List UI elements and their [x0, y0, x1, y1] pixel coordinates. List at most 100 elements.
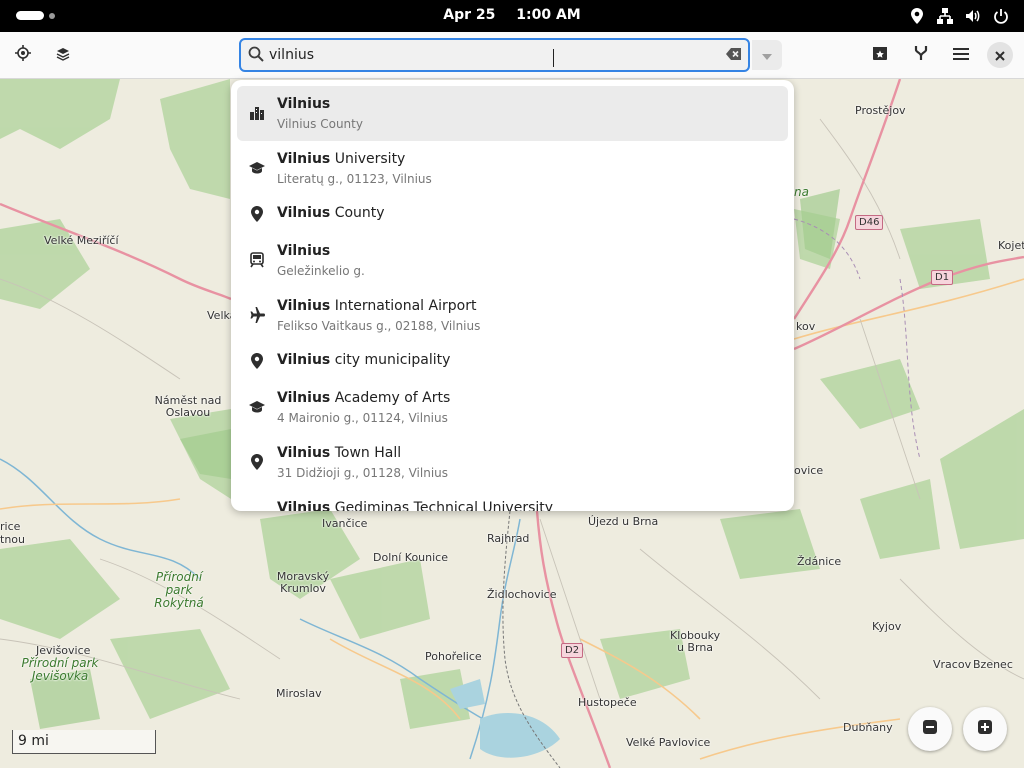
- place-label: Miroslav: [276, 687, 322, 700]
- pin-icon: [248, 205, 266, 223]
- result-match: Vilnius: [277, 205, 331, 221]
- scale-bar: 9 mi: [12, 730, 156, 754]
- result-title: Town Hall: [330, 445, 402, 461]
- result-subtitle: Geležinkelio g.: [277, 264, 365, 278]
- road-shield: D46: [855, 215, 884, 230]
- result-title: International Airport: [330, 298, 477, 314]
- place-label: Kojet: [998, 239, 1024, 252]
- road-shield: D2: [561, 643, 584, 658]
- place-label: Kyjov: [872, 620, 902, 633]
- pin-icon: [248, 453, 266, 471]
- search-dropdown-button[interactable]: [752, 40, 782, 70]
- search-input[interactable]: [269, 44, 709, 66]
- result-title: County: [330, 205, 385, 221]
- volume-icon[interactable]: [964, 6, 982, 26]
- zoom-in-button[interactable]: [963, 707, 1007, 751]
- favorites-button[interactable]: [865, 40, 895, 70]
- result-match: Vilnius: [277, 298, 331, 314]
- train-icon: [248, 251, 266, 269]
- education-icon: [248, 398, 266, 416]
- education-icon: [248, 508, 266, 511]
- place-label: Vracov: [933, 658, 972, 671]
- place-label: Velké Meziříčí: [44, 234, 119, 247]
- layers-icon: [56, 46, 70, 65]
- main-menu-button[interactable]: [946, 40, 976, 70]
- search-result-item[interactable]: Vilnius Town Hall 31 Didžioji g., 01128,…: [237, 435, 788, 490]
- route-icon: [914, 45, 928, 65]
- favorites-icon: [872, 45, 888, 65]
- zoom-out-button[interactable]: [908, 707, 952, 751]
- layers-button[interactable]: [48, 40, 78, 70]
- airplane-icon: [248, 306, 266, 324]
- place-label: Ivančice: [322, 517, 368, 530]
- location-icon[interactable]: [908, 6, 926, 26]
- place-label: Velké Pavlovice: [626, 736, 711, 749]
- result-title: Gediminas Technical University: [330, 500, 554, 511]
- road-shield: D1: [931, 270, 954, 285]
- city-icon: [248, 104, 266, 122]
- place-label: kov: [796, 320, 816, 333]
- system-tray[interactable]: [908, 6, 1010, 26]
- place-label: Moravský Krumlov: [276, 570, 330, 596]
- result-subtitle: 4 Maironio g., 01124, Vilnius: [277, 411, 448, 425]
- search-result-item[interactable]: Vilnius Academy of Arts 4 Maironio g., 0…: [237, 380, 788, 435]
- search-result-item[interactable]: Vilnius Vilnius County: [237, 86, 788, 141]
- place-label: ovice: [794, 464, 824, 477]
- place-label: Hustopeče: [578, 696, 637, 709]
- clock-time: 1:00 AM: [516, 7, 581, 23]
- result-match: Vilnius: [277, 500, 331, 511]
- park-label: Přírodní park Jevišovka: [21, 656, 99, 684]
- clear-icon[interactable]: [725, 46, 743, 66]
- search-icon: [248, 46, 264, 66]
- close-window-button[interactable]: [987, 42, 1013, 68]
- search-result-item[interactable]: Vilnius International Airport Felikso Va…: [237, 288, 788, 343]
- locate-button[interactable]: [8, 40, 38, 70]
- place-label: Klobouky u Brna: [670, 629, 721, 655]
- search-result-item[interactable]: Vilnius city municipality: [237, 343, 788, 380]
- park-label: na: [794, 185, 809, 199]
- scale-label: 9 mi: [18, 733, 49, 749]
- place-label: Rajhrad: [487, 532, 530, 545]
- close-icon: [995, 46, 1005, 65]
- place-label: tnou: [0, 533, 25, 546]
- search-box[interactable]: [239, 38, 750, 72]
- result-subtitle: 31 Didžioji g., 01128, Vilnius: [277, 466, 449, 480]
- pin-icon: [248, 352, 266, 370]
- result-subtitle: Felikso Vaitkaus g., 02188, Vilnius: [277, 319, 481, 333]
- zoom-out-icon: [922, 719, 938, 739]
- search-result-item[interactable]: Vilnius University Literatų g., 01123, V…: [237, 141, 788, 196]
- search-result-item[interactable]: Vilnius Gediminas Technical University: [237, 490, 788, 511]
- clock[interactable]: Apr 25 1:00 AM: [0, 7, 1024, 23]
- result-title: city municipality: [330, 352, 451, 368]
- menu-icon: [953, 46, 969, 65]
- result-title: University: [330, 151, 406, 167]
- network-icon[interactable]: [936, 6, 954, 26]
- education-icon: [248, 159, 266, 177]
- place-label: Židlochovice: [487, 588, 557, 601]
- place-label: Pohořelice: [425, 650, 482, 663]
- system-top-bar: Apr 25 1:00 AM: [0, 0, 1024, 32]
- search-result-item[interactable]: Vilnius Geležinkelio g.: [237, 233, 788, 288]
- zoom-in-icon: [977, 719, 993, 739]
- power-icon[interactable]: [992, 6, 1010, 26]
- place-label: Bzenec: [973, 658, 1013, 671]
- result-subtitle: Vilnius County: [277, 117, 363, 131]
- locate-icon: [15, 45, 31, 65]
- result-title: Academy of Arts: [330, 390, 451, 406]
- result-match: Vilnius: [277, 151, 331, 167]
- place-label: Ždánice: [797, 555, 842, 568]
- clock-date: Apr 25: [443, 7, 496, 23]
- header-bar: [0, 32, 1024, 79]
- place-label: Prostějov: [855, 104, 906, 117]
- route-button[interactable]: [906, 40, 936, 70]
- text-caret: [553, 49, 554, 67]
- result-match: Vilnius: [277, 352, 331, 368]
- place-label: Dubňany: [843, 721, 893, 734]
- result-match: Vilnius: [277, 445, 331, 461]
- chevron-down-icon: [761, 46, 773, 65]
- search-results-popover: Vilnius Vilnius County Vilnius Universit…: [231, 80, 794, 511]
- place-label: Újezd u Brna: [588, 515, 659, 528]
- result-subtitle: Literatų g., 01123, Vilnius: [277, 172, 432, 186]
- park-label: Přírodní park Rokytná: [154, 570, 204, 611]
- search-result-item[interactable]: Vilnius County: [237, 196, 788, 233]
